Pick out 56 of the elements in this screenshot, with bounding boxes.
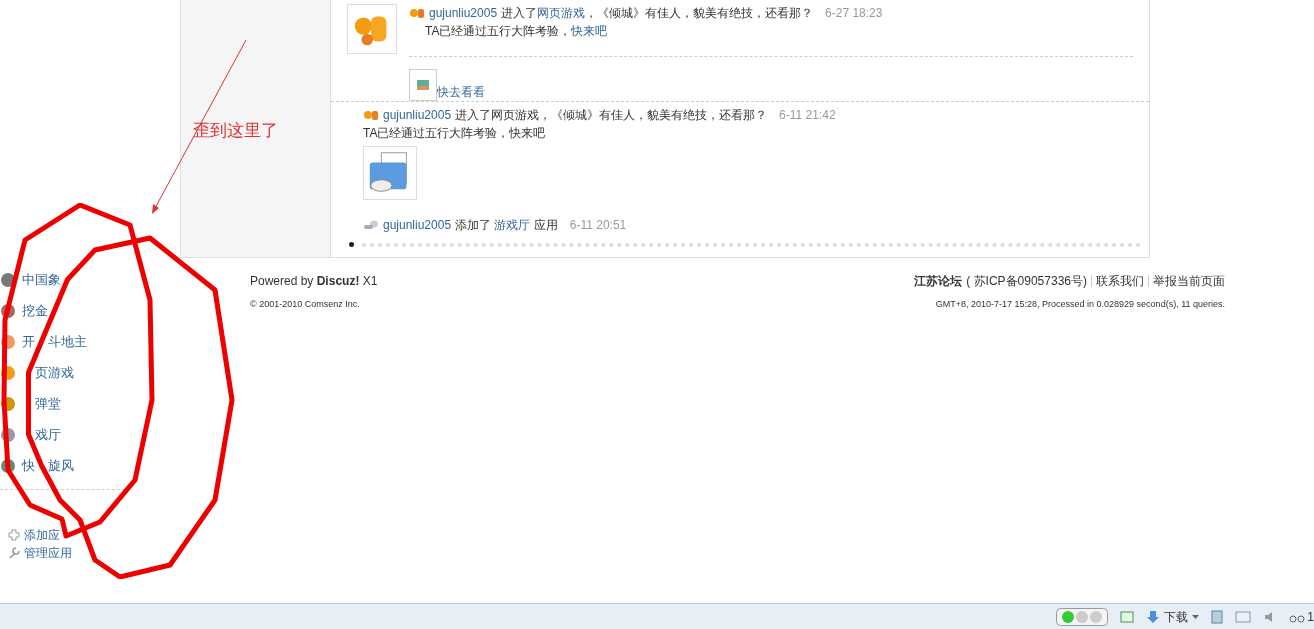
download-arrow-icon <box>1146 609 1161 624</box>
user-link[interactable]: gujunliu2005 <box>383 216 452 234</box>
activity-text: 添加了 游戏厅 应用 <box>455 217 558 234</box>
app-menu-item[interactable]: 开 <box>22 335 35 348</box>
status-text: 1 <box>1307 608 1314 626</box>
app-icon <box>0 333 16 350</box>
joystick-icon <box>363 219 379 231</box>
monitor-icon[interactable] <box>1235 609 1252 624</box>
timestamp: 6-27 18:23 <box>825 5 883 22</box>
window-icon[interactable] <box>1120 609 1135 624</box>
app-action-link[interactable]: 添加应 <box>0 526 250 544</box>
app-menu-item[interactable]: 戏厅 <box>35 428 61 441</box>
game-logo-icon <box>363 109 379 121</box>
app-icon <box>0 395 16 412</box>
user-link[interactable]: gujunliu2005 <box>429 4 498 22</box>
caret-icon <box>1192 614 1200 619</box>
game-folder-icon <box>363 146 417 200</box>
activity-detail: TA已经通过五行大阵考验，快来吧 <box>363 125 547 142</box>
game-link[interactable]: 网页游戏 <box>537 6 586 20</box>
come-link[interactable]: 快来吧 <box>571 24 608 38</box>
app-menu-item[interactable]: 中国象 <box>22 273 61 286</box>
activity-text: 进入了 网页游戏，《倾城》有佳人，貌美有绝技，还看那？ <box>501 5 814 22</box>
app-link[interactable]: 游戏厅 <box>494 218 531 232</box>
app-icon <box>0 426 16 443</box>
app-menu-item[interactable]: 快 <box>22 459 35 472</box>
site-name: 江苏论坛 <box>914 273 963 290</box>
app-menu-item[interactable]: 弹堂 <box>35 397 61 410</box>
app-action-link[interactable]: 管理应用 <box>0 544 250 562</box>
document-icon[interactable] <box>1211 609 1224 624</box>
app-menu-item[interactable]: 斗地主 <box>48 335 87 348</box>
app-menu-item[interactable]: 挖金 <box>22 304 48 317</box>
game-logo-icon <box>347 4 397 54</box>
app-icon <box>0 302 16 319</box>
activity-text: 进入了网页游戏，《倾城》有佳人，貌美有绝技，还看那？ <box>455 107 768 124</box>
footer-link[interactable]: 举报当前页面 <box>1148 275 1225 287</box>
app-icon <box>0 271 16 288</box>
app-menu-item[interactable]: 旋风 <box>48 459 74 472</box>
icp-link[interactable]: ( 苏ICP备09057336号) <box>966 272 1087 290</box>
traffic-light-icon[interactable] <box>1056 607 1109 626</box>
annotation-text: 歪到这里了 <box>193 120 278 142</box>
download-button[interactable]: 下载 <box>1146 607 1200 626</box>
game-logo-icon <box>409 7 425 19</box>
footer-link[interactable]: 联系我们 <box>1091 275 1144 287</box>
copyright: © 2001-2010 Comsenz Inc. <box>250 298 361 311</box>
powered-by: Powered by Discuz! X1 <box>250 273 378 290</box>
timestamp: 6-11 21:42 <box>779 107 836 124</box>
app-icon <box>0 364 16 381</box>
plus-icon <box>8 529 20 541</box>
processing-stats: GMT+8, 2010-7-17 15:28, Processed in 0.028929 second(s), 11 queries. <box>935 298 1225 311</box>
view-link[interactable]: 快去看看 <box>437 83 485 101</box>
app-icon <box>0 457 16 474</box>
activity-detail: TA已经通过五行大阵考验，快来吧 <box>424 23 609 40</box>
timestamp: 6-11 20:51 <box>569 217 627 234</box>
user-link[interactable]: gujunliu2005 <box>383 106 452 124</box>
app-menu-item[interactable]: 页游戏 <box>35 366 74 379</box>
wrench-icon <box>8 547 20 559</box>
